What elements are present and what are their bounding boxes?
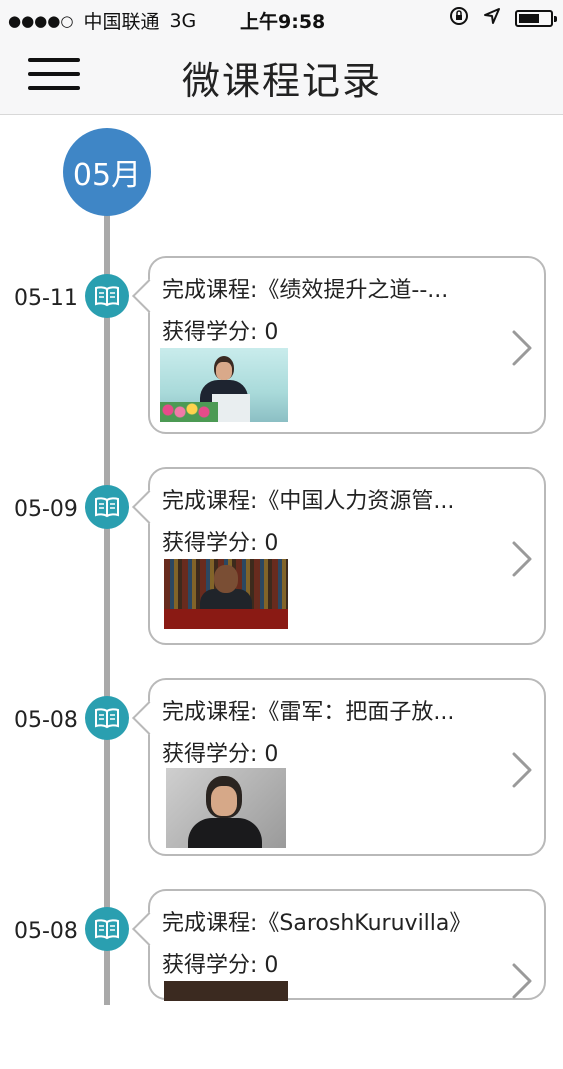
card-notch [132, 279, 166, 313]
card-notch [132, 912, 166, 946]
hamburger-icon[interactable] [28, 56, 80, 92]
entry-date: 05-11 [14, 286, 78, 311]
course-title: 完成课程:《SaroshKuruvilla》 [162, 911, 472, 936]
entry-date: 05-09 [14, 497, 78, 522]
network-type: 3G [169, 9, 197, 32]
course-credit: 获得学分: 0 [162, 320, 279, 345]
entry-date: 05-08 [14, 919, 78, 944]
course-thumbnail [160, 348, 288, 422]
course-card[interactable]: 完成课程:《绩效提升之道--... 获得学分: 0 [132, 256, 546, 434]
course-thumbnail [166, 768, 286, 848]
course-card[interactable]: 完成课程:《雷军：把面子放... 获得学分: 0 [132, 678, 546, 856]
timeline-entry: 05-11 完成课程:《绩效提升之道--... 获得学分: 0 [0, 256, 563, 436]
course-thumbnail [164, 559, 288, 629]
course-title: 完成课程:《中国人力资源管... [162, 489, 455, 514]
course-title: 完成课程:《雷军：把面子放... [162, 700, 455, 725]
course-credit: 获得学分: 0 [162, 953, 279, 978]
card-notch [132, 490, 166, 524]
course-title: 完成课程:《绩效提升之道--... [162, 278, 449, 303]
status-time: 上午9:58 [240, 11, 326, 33]
course-credit: 获得学分: 0 [162, 742, 279, 767]
timeline-entry: 05-08 完成课程:《雷军：把面子放... 获得学分: 0 [0, 678, 563, 858]
book-icon [85, 696, 129, 740]
status-bar: ●●●●○ 中国联通 3G 上午9:58 [0, 0, 563, 36]
timeline-entry: 05-09 完成课程:《中国人力资源管... 获得学分: 0 [0, 467, 563, 647]
chevron-right-icon[interactable] [510, 750, 534, 794]
book-icon [85, 907, 129, 951]
entry-date: 05-08 [14, 708, 78, 733]
page-title: 微课程记录 [182, 59, 383, 103]
nav-bar: 微课程记录 [0, 36, 563, 115]
course-credit: 获得学分: 0 [162, 531, 279, 556]
timeline-entry: 05-08 完成课程:《SaroshKuruvilla》 获得学分: 0 [0, 889, 563, 1069]
status-left: ●●●●○ 中国联通 3G [8, 7, 196, 34]
book-icon [85, 485, 129, 529]
carrier-label: 中国联通 [83, 11, 160, 33]
course-card[interactable]: 完成课程:《中国人力资源管... 获得学分: 0 [132, 467, 546, 645]
book-icon [85, 274, 129, 318]
chevron-right-icon[interactable] [510, 328, 534, 372]
location-arrow-icon [483, 7, 501, 30]
chevron-right-icon[interactable] [510, 539, 534, 583]
orientation-lock-icon [449, 6, 469, 31]
signal-strength-icon: ●●●●○ [8, 11, 74, 30]
month-badge: 05月 [63, 128, 151, 216]
status-right [449, 6, 557, 31]
course-thumbnail [164, 981, 288, 1001]
battery-icon [515, 10, 557, 27]
course-card[interactable]: 完成课程:《SaroshKuruvilla》 获得学分: 0 [132, 889, 546, 1001]
card-notch [132, 701, 166, 735]
chevron-right-icon[interactable] [510, 961, 534, 1005]
